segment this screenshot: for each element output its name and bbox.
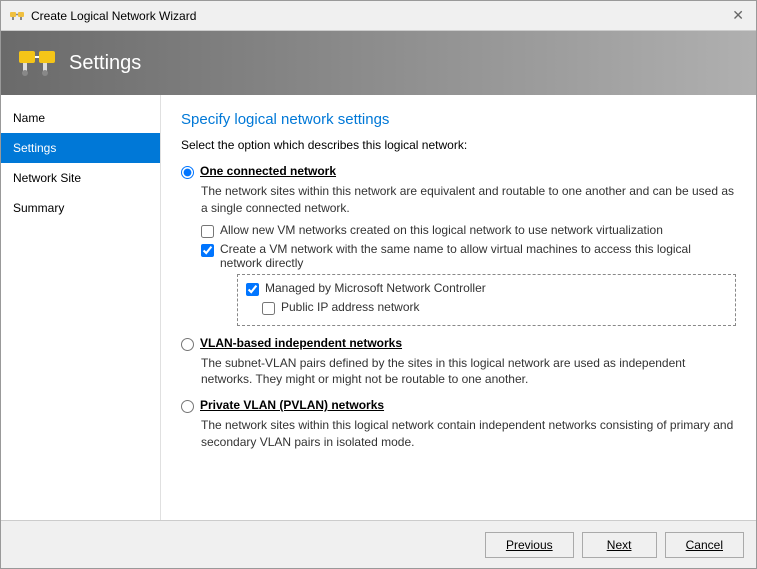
checkbox-label-managed-by-ms: Managed by Microsoft Network Controller	[265, 281, 486, 295]
title-bar-text: Create Logical Network Wizard	[31, 9, 196, 23]
radio-pvlan[interactable]	[181, 400, 194, 413]
cancel-button[interactable]: Cancel	[665, 532, 744, 558]
checkbox-label-public-ip: Public IP address network	[281, 300, 420, 314]
sidebar-item-network-site[interactable]: Network Site	[1, 163, 160, 193]
radio-option-one-connected[interactable]: One connected network	[181, 164, 736, 179]
checkbox-managed-by-ms[interactable]	[246, 283, 259, 296]
checkbox-label-create-vm-network: Create a VM network with the same name t…	[220, 242, 736, 270]
main-description: Select the option which describes this l…	[181, 138, 736, 152]
checkbox-group-1: Allow new VM networks created on this lo…	[201, 223, 736, 326]
radio-option-vlan[interactable]: VLAN-based independent networks	[181, 336, 736, 351]
header-title: Settings	[69, 52, 141, 75]
option-description-pvlan: The network sites within this logical ne…	[201, 417, 736, 451]
sidebar-item-settings[interactable]: Settings	[1, 133, 160, 163]
previous-button[interactable]: Previous	[485, 532, 574, 558]
option-group-one-connected: One connected network The network sites …	[181, 164, 736, 326]
radio-option-pvlan[interactable]: Private VLAN (PVLAN) networks	[181, 398, 736, 413]
sidebar-item-summary[interactable]: Summary	[1, 193, 160, 223]
footer: Previous Next Cancel	[1, 520, 756, 568]
checkbox-item-managed-by-ms: Managed by Microsoft Network Controller	[246, 281, 727, 296]
checkbox-item-allow-new-vm: Allow new VM networks created on this lo…	[201, 223, 736, 238]
checkbox-label-allow-new-vm: Allow new VM networks created on this lo…	[220, 223, 663, 237]
radio-one-connected[interactable]	[181, 166, 194, 179]
main-content: Specify logical network settings Select …	[161, 95, 756, 520]
checkbox-public-ip[interactable]	[262, 302, 275, 315]
option-description-one-connected: The network sites within this network ar…	[201, 183, 736, 217]
checkbox-item-public-ip: Public IP address network	[246, 300, 727, 315]
close-button[interactable]: ✕	[728, 5, 748, 26]
radio-vlan[interactable]	[181, 338, 194, 351]
checkbox-create-vm-network[interactable]	[201, 244, 214, 257]
option-label-vlan: VLAN-based independent networks	[200, 336, 402, 350]
title-bar-left: Create Logical Network Wizard	[9, 8, 196, 24]
next-button[interactable]: Next	[582, 532, 657, 558]
content-area: Name Settings Network Site Summary Speci…	[1, 95, 756, 520]
checkbox-allow-new-vm[interactable]	[201, 225, 214, 238]
option-label-pvlan: Private VLAN (PVLAN) networks	[200, 398, 384, 412]
main-title: Specify logical network settings	[181, 111, 736, 128]
header-icon	[17, 43, 57, 83]
option-description-vlan: The subnet-VLAN pairs defined by the sit…	[201, 355, 736, 389]
sidebar: Name Settings Network Site Summary	[1, 95, 161, 520]
wizard-icon	[9, 8, 25, 24]
header-banner: Settings	[1, 31, 756, 95]
sidebar-item-name[interactable]: Name	[1, 103, 160, 133]
option-group-vlan: VLAN-based independent networks The subn…	[181, 336, 736, 389]
wizard-window: Create Logical Network Wizard ✕ Settings…	[0, 0, 757, 569]
nested-checkbox-group: Managed by Microsoft Network Controller …	[237, 274, 736, 326]
option-label-one-connected: One connected network	[200, 164, 336, 178]
checkbox-item-create-vm-network: Create a VM network with the same name t…	[201, 242, 736, 270]
option-group-pvlan: Private VLAN (PVLAN) networks The networ…	[181, 398, 736, 451]
title-bar: Create Logical Network Wizard ✕	[1, 1, 756, 31]
